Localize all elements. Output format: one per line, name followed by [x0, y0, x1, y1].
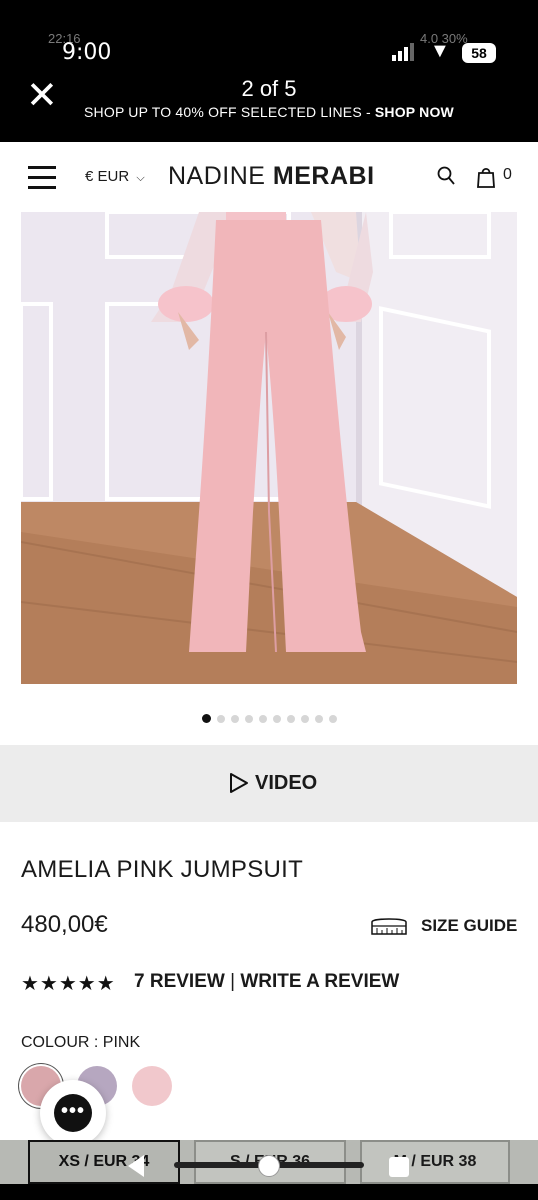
gallery-dot[interactable]: [328, 715, 337, 723]
home-icon[interactable]: [258, 1155, 280, 1177]
promo-banner: SHOP UP TO 40% OFF SELECTED LINES - SHOP …: [0, 104, 538, 120]
site-header: € EUR ⌵ NADINE MERABI 0: [0, 142, 538, 212]
review-links: 7 REVIEW | WRITE A REVIEW: [134, 971, 399, 993]
size-option-xs[interactable]: XS / EUR 34: [28, 1140, 180, 1184]
cart-count: 0: [503, 166, 512, 183]
wifi-icon: ▼: [430, 40, 450, 62]
brand-name-light: NADINE: [168, 162, 266, 190]
review-separator: |: [230, 971, 236, 992]
product-title: AMELIA PINK JUMPSUIT: [21, 856, 304, 883]
menu-icon[interactable]: [28, 166, 56, 189]
gallery-dot[interactable]: [216, 715, 225, 723]
gallery-dots: [0, 710, 538, 723]
write-review-link[interactable]: WRITE A REVIEW: [240, 971, 399, 992]
product-image[interactable]: [21, 212, 517, 684]
shop-now-link[interactable]: SHOP NOW: [375, 104, 454, 120]
recents-icon[interactable]: [389, 1157, 409, 1177]
colour-label: COLOUR : PINK: [21, 1034, 141, 1051]
battery-icon: 58: [462, 43, 496, 63]
brand-name-bold: MERABI: [272, 162, 375, 190]
brand-logo[interactable]: NADINE MERABI: [168, 162, 375, 191]
size-option-m[interactable]: M / EUR 38: [360, 1140, 510, 1184]
gallery-dot[interactable]: [244, 715, 253, 723]
currency-selector[interactable]: € EUR ⌵: [85, 168, 145, 185]
swatch-blush[interactable]: [132, 1066, 172, 1106]
bag-icon[interactable]: [476, 166, 496, 188]
search-icon[interactable]: [437, 166, 455, 186]
chat-icon: •••: [54, 1094, 92, 1132]
product-photo: [21, 212, 517, 684]
gallery-dot[interactable]: [258, 715, 267, 723]
back-icon[interactable]: [128, 1155, 144, 1177]
image-counter: 2 of 5: [241, 76, 297, 101]
chevron-down-icon: ⌵: [136, 172, 145, 184]
video-label: VIDEO: [255, 772, 318, 794]
promo-text: SHOP UP TO 40% OFF SELECTED LINES -: [84, 104, 371, 120]
system-nav-bar: [0, 1184, 538, 1200]
status-time: 9:00: [62, 40, 112, 65]
gallery-dot[interactable]: [201, 714, 211, 723]
chat-button[interactable]: •••: [40, 1080, 106, 1146]
gallery-top-bar: ✕ 2 of 5 SHOP UP TO 40% OFF SELECTED LIN…: [0, 76, 538, 142]
gallery-dot[interactable]: [286, 715, 295, 723]
video-button[interactable]: VIDEO: [0, 745, 538, 822]
play-icon: [230, 773, 248, 793]
gallery-dot[interactable]: [230, 715, 239, 723]
size-guide-label: SIZE GUIDE: [421, 916, 518, 935]
gallery-dot[interactable]: [272, 715, 281, 723]
gallery-dot[interactable]: [300, 715, 309, 723]
currency-label: € EUR: [85, 168, 130, 185]
product-price: 480,00€: [21, 911, 108, 938]
rating-stars: ★★★★★: [21, 973, 116, 995]
ruler-icon: [371, 918, 407, 935]
review-count-link[interactable]: 7 REVIEW: [134, 971, 225, 992]
signal-icon: [392, 43, 418, 61]
status-bar: 22:16 4.0 30% 9:00 ▼ 58: [0, 0, 538, 82]
gallery-dot[interactable]: [314, 715, 323, 723]
